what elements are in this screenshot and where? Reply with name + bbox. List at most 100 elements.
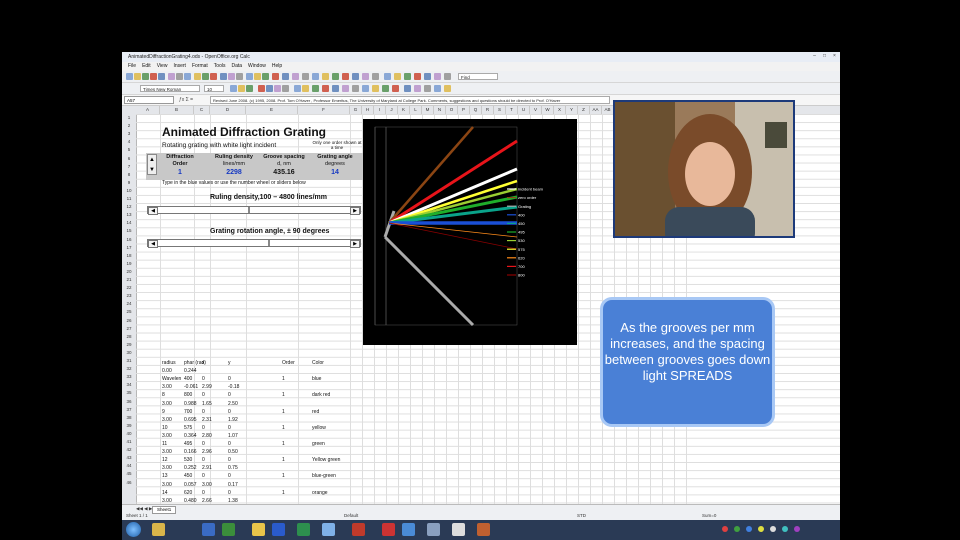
- toolbar-button-icon[interactable]: [184, 73, 191, 80]
- column-header[interactable]: F: [298, 106, 350, 114]
- toolbar-button-icon[interactable]: [126, 73, 133, 80]
- row-header[interactable]: 44: [122, 463, 136, 468]
- toolbar-button-icon[interactable]: [282, 73, 289, 80]
- column-header[interactable]: M: [422, 106, 434, 114]
- table-cell[interactable]: 1: [282, 473, 285, 479]
- toolbar-button-icon[interactable]: [246, 85, 253, 92]
- row-header[interactable]: 31: [122, 358, 136, 363]
- tray-icon[interactable]: [734, 526, 740, 532]
- table-cell[interactable]: 3.00: [162, 401, 172, 407]
- column-header[interactable]: X: [554, 106, 566, 114]
- row-header[interactable]: 35: [122, 390, 136, 395]
- toolbar-button-icon[interactable]: [444, 73, 451, 80]
- table-cell[interactable]: 0.17: [228, 482, 238, 488]
- tray-icon[interactable]: [758, 526, 764, 532]
- app-icon[interactable]: [202, 523, 215, 536]
- table-cell[interactable]: 1: [282, 457, 285, 463]
- row-header[interactable]: 23: [122, 293, 136, 298]
- acrobat-icon[interactable]: [352, 523, 365, 536]
- row-header[interactable]: 20: [122, 269, 136, 274]
- row-header[interactable]: 10: [122, 188, 136, 193]
- toolbar-button-icon[interactable]: [202, 73, 209, 80]
- toolbar-button-icon[interactable]: [168, 73, 175, 80]
- toolbar-button-icon[interactable]: [424, 85, 431, 92]
- table-cell[interactable]: 0.364: [184, 433, 197, 439]
- row-header[interactable]: 16: [122, 237, 136, 242]
- table-cell[interactable]: 12: [162, 457, 168, 463]
- table-cell[interactable]: 0.50: [228, 449, 238, 455]
- column-header[interactable]: J: [386, 106, 398, 114]
- toolbar-button-icon[interactable]: [220, 73, 227, 80]
- toolbar-button-icon[interactable]: [254, 73, 261, 80]
- name-box[interactable]: A57: [124, 96, 174, 104]
- diffraction-chart[interactable]: incident beam zero order Grating 400 450 495 5…: [363, 119, 577, 345]
- word-icon[interactable]: [272, 523, 285, 536]
- find-box[interactable]: Find: [458, 73, 498, 80]
- menu-item-file[interactable]: File: [128, 63, 136, 69]
- table-cell[interactable]: 1: [282, 376, 285, 382]
- toolbar-button-icon[interactable]: [312, 73, 319, 80]
- row-header[interactable]: 2: [122, 123, 136, 128]
- toolbar-button-icon[interactable]: [292, 73, 299, 80]
- row-header[interactable]: 42: [122, 447, 136, 452]
- order-spinner[interactable]: ▲ ▼: [147, 154, 157, 175]
- toolbar-button-icon[interactable]: [158, 73, 165, 80]
- table-cell[interactable]: 3.00: [162, 482, 172, 488]
- font-name-box[interactable]: Times New Roman: [140, 85, 200, 92]
- toolbar-button-icon[interactable]: [262, 73, 269, 80]
- toolbar-button-icon[interactable]: [272, 73, 279, 80]
- grating-angle-value[interactable]: 14: [310, 169, 360, 176]
- table-cell[interactable]: 0.244: [184, 368, 197, 374]
- row-header[interactable]: 27: [122, 326, 136, 331]
- column-header[interactable]: K: [398, 106, 410, 114]
- column-header[interactable]: V: [530, 106, 542, 114]
- table-cell[interactable]: 800: [184, 392, 192, 398]
- slider2-right-icon[interactable]: ▶: [350, 240, 360, 248]
- app-icon[interactable]: [402, 523, 415, 536]
- row-header[interactable]: 19: [122, 261, 136, 266]
- menu-item-data[interactable]: Data: [231, 63, 242, 69]
- toolbar-button-icon[interactable]: [266, 85, 273, 92]
- close-icon[interactable]: ×: [830, 53, 839, 60]
- row-header[interactable]: 17: [122, 245, 136, 250]
- formula-input[interactable]: Revised June 2008. (c) 1995, 2008. Prof.…: [210, 96, 610, 104]
- table-cell[interactable]: 575: [184, 425, 192, 431]
- table-cell[interactable]: 2.96: [202, 449, 212, 455]
- table-cell[interactable]: 0.988: [184, 401, 197, 407]
- column-header[interactable]: Z: [578, 106, 590, 114]
- table-cell[interactable]: Yellow green: [312, 457, 340, 463]
- menu-item-view[interactable]: View: [157, 63, 168, 69]
- table-cell[interactable]: 1.07: [228, 433, 238, 439]
- order-value[interactable]: 1: [162, 169, 198, 176]
- row-header[interactable]: 45: [122, 471, 136, 476]
- table-cell[interactable]: 14: [162, 490, 168, 496]
- table-cell[interactable]: 0.00: [162, 368, 172, 374]
- slider1-left-icon[interactable]: ◀: [148, 207, 158, 215]
- row-header[interactable]: 7: [122, 164, 136, 169]
- function-wizard-icon[interactable]: ƒx Σ =: [179, 96, 193, 104]
- table-cell[interactable]: 0: [228, 392, 231, 398]
- table-cell[interactable]: 3.00: [162, 498, 172, 504]
- table-cell[interactable]: 10: [162, 425, 168, 431]
- row-header[interactable]: 29: [122, 342, 136, 347]
- toolbar-button-icon[interactable]: [294, 85, 301, 92]
- table-cell[interactable]: 0.252: [184, 465, 197, 471]
- ruling-density-slider[interactable]: ◀ ▶: [147, 206, 361, 215]
- row-header[interactable]: 46: [122, 480, 136, 485]
- font-size-box[interactable]: 10: [204, 85, 224, 92]
- table-cell[interactable]: 3.00: [202, 482, 212, 488]
- column-header[interactable]: A: [136, 106, 160, 114]
- table-cell[interactable]: 0: [228, 490, 231, 496]
- column-header[interactable]: H: [362, 106, 374, 114]
- table-cell[interactable]: 1: [282, 392, 285, 398]
- row-header[interactable]: 18: [122, 253, 136, 258]
- toolbar-button-icon[interactable]: [236, 73, 243, 80]
- maximize-icon[interactable]: □: [820, 53, 829, 60]
- row-header[interactable]: 11: [122, 196, 136, 201]
- row-header[interactable]: 4: [122, 139, 136, 144]
- menu-item-insert[interactable]: Insert: [173, 63, 186, 69]
- table-cell[interactable]: 0: [202, 441, 205, 447]
- column-header[interactable]: L: [410, 106, 422, 114]
- row-header[interactable]: 24: [122, 301, 136, 306]
- menu-item-edit[interactable]: Edit: [142, 63, 151, 69]
